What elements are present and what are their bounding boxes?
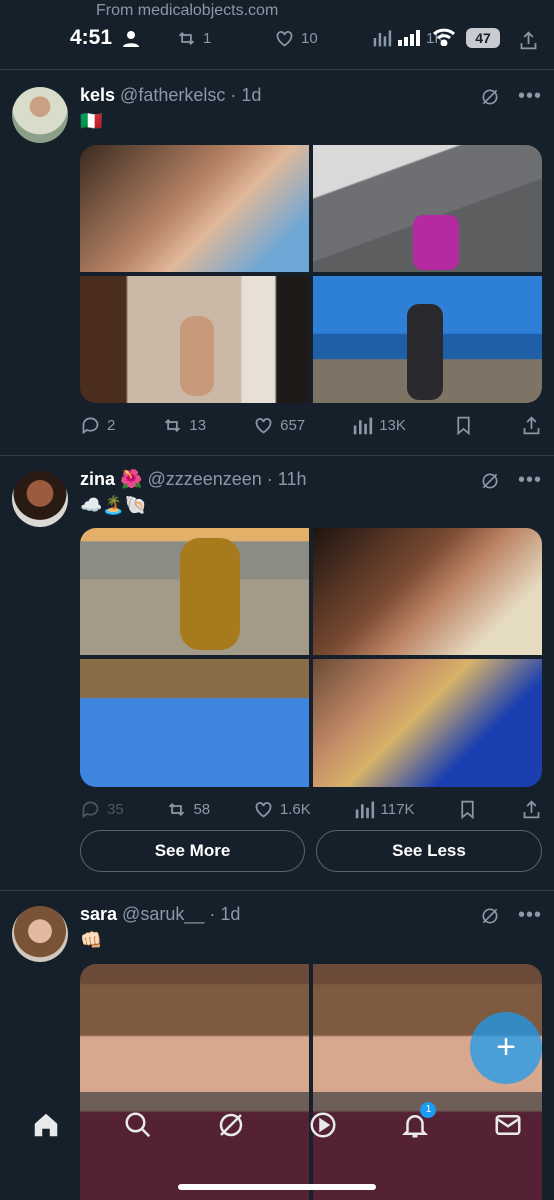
like-count: 1.6K (279, 801, 311, 818)
retweet-count: 13 (189, 417, 207, 434)
photo-4[interactable] (313, 276, 542, 403)
post-time: 1d (220, 904, 241, 924)
photo-1[interactable] (80, 145, 309, 272)
views-count: 117K (380, 801, 415, 818)
photo-4[interactable] (313, 659, 542, 787)
retweet-button[interactable]: 58 (166, 799, 210, 820)
heart-icon (276, 31, 293, 47)
more-options-icon[interactable]: ••• (518, 85, 542, 108)
retweet-button[interactable]: 13 (162, 415, 206, 436)
more-options-icon[interactable]: ••• (518, 904, 542, 927)
post-time: 1d (241, 85, 262, 105)
tweet-text: ☁️🏝️🐚 (80, 495, 148, 515)
views-count: 13K (379, 417, 406, 434)
tweet-zina[interactable]: zina 🌺 @zzzeenzeen · 11h ••• ☁️🏝️🐚 35 58 1… (0, 457, 554, 891)
views-icon (373, 30, 392, 47)
photo-2[interactable] (313, 528, 542, 655)
tweet-header-icons: ••• (480, 904, 542, 927)
reply-count: 2 (107, 417, 116, 434)
previous-like-count: 10 (301, 30, 318, 47)
notification-badge: 1 (420, 1102, 437, 1118)
person-icon (123, 31, 139, 47)
like-count: 657 (280, 417, 306, 434)
views-icon (353, 417, 373, 435)
user-handle[interactable]: @fatherkelsc (120, 85, 225, 106)
avatar[interactable] (12, 906, 68, 962)
separator: · (209, 904, 216, 924)
reply-icon (82, 417, 99, 435)
tweet-header: kels @fatherkelsc · 1d (80, 85, 261, 106)
photo-1[interactable] (80, 528, 309, 655)
media-grid[interactable] (80, 528, 542, 787)
home-icon[interactable] (31, 1110, 61, 1140)
share-icon[interactable] (518, 30, 539, 51)
retweet-count: 58 (193, 801, 211, 818)
post-time: 11h (277, 469, 307, 489)
display-name[interactable]: sara (80, 904, 117, 925)
search-icon[interactable] (123, 1110, 153, 1140)
tweet-text: 🇮🇹 (80, 111, 103, 131)
battery-level: 47 (466, 28, 500, 48)
avatar[interactable] (12, 471, 68, 527)
previous-like-button[interactable]: 10 (274, 28, 318, 49)
wifi-icon (433, 28, 455, 46)
compose-button[interactable]: + (470, 1012, 542, 1084)
tweet-header-icons: ••• (480, 469, 542, 492)
display-name[interactable]: zina (80, 469, 115, 490)
grok-icon[interactable] (480, 87, 500, 107)
views-icon (355, 801, 374, 819)
user-handle[interactable]: @zzzeenzeen (147, 469, 261, 490)
video-icon[interactable] (308, 1110, 338, 1140)
messages-icon[interactable] (493, 1110, 523, 1140)
separator: · (230, 85, 237, 105)
reply-count: 35 (107, 801, 124, 818)
like-button[interactable]: 1.6K (253, 799, 311, 820)
heart-icon (255, 802, 272, 818)
tweet-header-icons: ••• (480, 85, 542, 108)
share-icon[interactable] (521, 799, 542, 820)
views-button[interactable]: 117K (354, 799, 415, 820)
action-bar: 2 13 657 13K (80, 415, 542, 436)
heart-icon (255, 418, 272, 434)
retweet-icon (165, 419, 181, 432)
retweet-icon (178, 32, 195, 45)
notifications-icon[interactable]: 1 (400, 1102, 437, 1140)
photo-3[interactable] (80, 276, 309, 403)
top-bar: From medicalobjects.com 4:51 1 10 1K 47 (0, 0, 554, 70)
grok-icon[interactable] (480, 471, 500, 491)
like-button[interactable]: 657 (253, 415, 305, 436)
reply-icon (82, 801, 99, 819)
status-time: 4:51 (70, 26, 113, 49)
more-options-icon[interactable]: ••• (518, 469, 542, 492)
display-name[interactable]: kels (80, 85, 115, 106)
tweet-header: zina 🌺 @zzzeenzeen · 11h (80, 469, 306, 490)
separator: · (266, 469, 273, 489)
share-icon[interactable] (521, 415, 542, 436)
signal-icon (398, 30, 420, 46)
photo-2[interactable] (313, 145, 542, 272)
name-emoji: 🌺 (120, 469, 143, 489)
previous-retweet-count: 1 (203, 30, 212, 47)
photo-3[interactable] (80, 659, 309, 787)
tweet-header: sara @saruk__ · 1d (80, 904, 240, 925)
tweet-kels[interactable]: kels @fatherkelsc · 1d ••• 🇮🇹 2 13 657 13K (0, 71, 554, 456)
avatar[interactable] (12, 87, 68, 143)
grok-icon[interactable] (480, 906, 500, 926)
reply-button[interactable]: 35 (80, 799, 124, 820)
reply-button[interactable]: 2 (80, 415, 115, 436)
retweet-icon (169, 803, 185, 816)
grok-icon[interactable] (216, 1110, 246, 1140)
user-handle[interactable]: @saruk__ (122, 904, 204, 925)
source-label: From medicalobjects.com (96, 2, 279, 19)
see-less-button[interactable]: See Less (316, 830, 542, 872)
views-button[interactable]: 13K (352, 415, 406, 436)
bookmark-icon[interactable] (453, 415, 474, 436)
action-bar: 35 58 1.6K 117K (80, 799, 542, 820)
see-more-button[interactable]: See More (80, 830, 305, 872)
tweet-text: 👊🏻 (80, 930, 103, 950)
bookmark-icon[interactable] (457, 799, 478, 820)
home-indicator[interactable] (178, 1184, 376, 1190)
media-grid[interactable] (80, 145, 542, 403)
previous-retweet-button[interactable]: 1 (176, 28, 211, 49)
